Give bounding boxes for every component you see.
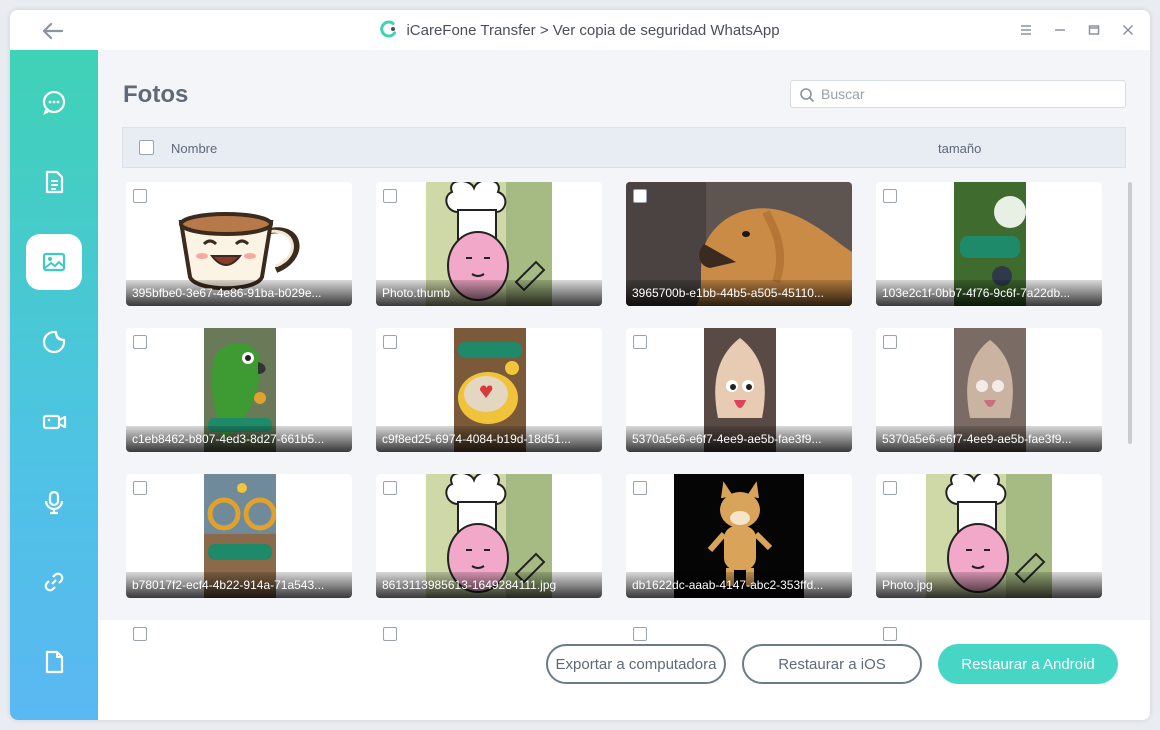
column-header-size[interactable]: tamaño: [938, 141, 981, 156]
title-bar: iCareFone Transfer > Ver copia de seguri…: [10, 10, 1150, 50]
photo-checkbox[interactable]: [633, 627, 647, 641]
photo-checkbox[interactable]: [883, 481, 897, 495]
photo-checkbox[interactable]: [633, 189, 647, 203]
photo-checkbox[interactable]: [883, 627, 897, 641]
minimize-icon[interactable]: [1052, 22, 1068, 38]
photo-checkbox[interactable]: [383, 189, 397, 203]
grid-scrollbar[interactable]: [1128, 182, 1132, 444]
photo-filename: 5370a5e6-e6f7-4ee9-ae5b-fae3f9...: [876, 426, 1102, 452]
photo-filename: c1eb8462-b807-4ed3-8d27-661b5...: [126, 426, 352, 452]
photo-tile[interactable]: 8613113985613-1649284111.jpg: [376, 474, 602, 598]
photo-grid: 395bfbe0-3e67-4e86-91ba-b029e... Photo.t…: [122, 178, 1126, 660]
photo-filename: Photo.jpg: [876, 572, 1102, 598]
maximize-icon[interactable]: [1086, 22, 1102, 38]
list-header: Nombre tamaño: [122, 127, 1126, 168]
link-icon: [44, 572, 64, 592]
photo-checkbox[interactable]: [133, 189, 147, 203]
sidebar-item-links[interactable]: [26, 554, 82, 610]
window-title: iCareFone Transfer > Ver copia de seguri…: [406, 22, 780, 39]
photo-checkbox[interactable]: [383, 335, 397, 349]
photo-checkbox[interactable]: [633, 481, 647, 495]
photo-filename: c9f8ed25-6974-4084-b19d-18d51...: [376, 426, 602, 452]
chat-bubble-icon: [42, 90, 66, 115]
column-header-name[interactable]: Nombre: [171, 141, 217, 156]
photo-tile[interactable]: db1622dc-aaab-4147-abc2-353ffd...: [626, 474, 852, 598]
sidebar-item-videos[interactable]: [26, 394, 82, 450]
menu-icon[interactable]: [1018, 22, 1034, 38]
photo-tile[interactable]: b78017f2-ecf4-4b22-914a-71a543...: [126, 474, 352, 598]
search-box[interactable]: [790, 80, 1126, 108]
photo-checkbox[interactable]: [383, 481, 397, 495]
app-window: iCareFone Transfer > Ver copia de seguri…: [10, 10, 1150, 720]
photo-filename: b78017f2-ecf4-4b22-914a-71a543...: [126, 572, 352, 598]
select-all-checkbox[interactable]: [139, 140, 154, 155]
sidebar-item-stickers[interactable]: [26, 314, 82, 370]
photo-filename: Photo.thumb: [376, 280, 602, 306]
sidebar-item-photos[interactable]: [26, 234, 82, 290]
sidebar-item-chat[interactable]: [26, 74, 82, 130]
photo-tile[interactable]: 5370a5e6-e6f7-4ee9-ae5b-fae3f9...: [626, 328, 852, 452]
restore-android-button[interactable]: Restaurar a Android: [938, 644, 1118, 684]
photo-filename: 8613113985613-1649284111.jpg: [376, 572, 602, 598]
photo-checkbox[interactable]: [133, 481, 147, 495]
photo-checkbox[interactable]: [133, 335, 147, 349]
sidebar-item-documents[interactable]: [26, 154, 82, 210]
search-icon: [800, 88, 815, 103]
microphone-icon: [44, 490, 64, 515]
photo-filename: 3965700b-e1bb-44b5-a505-45110...: [626, 280, 852, 306]
video-icon: [42, 414, 67, 430]
search-input[interactable]: [821, 81, 1121, 107]
image-icon: [42, 252, 66, 272]
sidebar-item-audio[interactable]: [26, 474, 82, 530]
photo-tile[interactable]: c9f8ed25-6974-4084-b19d-18d51...: [376, 328, 602, 452]
photo-tile[interactable]: Photo.jpg: [876, 474, 1102, 598]
photo-tile[interactable]: 395bfbe0-3e67-4e86-91ba-b029e...: [126, 182, 352, 306]
photo-tile[interactable]: 103e2c1f-0bb7-4f76-9c6f-7a22db...: [876, 182, 1102, 306]
app-logo-icon: [380, 20, 397, 38]
sidebar-item-files[interactable]: [26, 634, 82, 690]
photo-checkbox[interactable]: [383, 627, 397, 641]
photo-tile[interactable]: c1eb8462-b807-4ed3-8d27-661b5...: [126, 328, 352, 452]
photo-filename: 395bfbe0-3e67-4e86-91ba-b029e...: [126, 280, 352, 306]
photo-checkbox[interactable]: [633, 335, 647, 349]
photo-filename: db1622dc-aaab-4147-abc2-353ffd...: [626, 572, 852, 598]
document-icon: [45, 170, 64, 194]
photo-checkbox[interactable]: [883, 189, 897, 203]
photo-tile[interactable]: 5370a5e6-e6f7-4ee9-ae5b-fae3f9...: [876, 328, 1102, 452]
sticker-icon: [42, 330, 66, 354]
photo-filename: 103e2c1f-0bb7-4f76-9c6f-7a22db...: [876, 280, 1102, 306]
photo-filename: 5370a5e6-e6f7-4ee9-ae5b-fae3f9...: [626, 426, 852, 452]
action-bar: Exportar a computadora Restaurar a iOS R…: [98, 620, 1150, 720]
window-title-area: iCareFone Transfer > Ver copia de seguri…: [10, 20, 1150, 39]
photo-checkbox[interactable]: [133, 627, 147, 641]
photo-tile[interactable]: Photo.thumb: [376, 182, 602, 306]
window-controls: [1018, 22, 1136, 38]
sidebar: [10, 50, 98, 720]
close-icon[interactable]: [1120, 22, 1136, 38]
file-icon: [45, 650, 64, 674]
photo-tile[interactable]: 3965700b-e1bb-44b5-a505-45110...: [626, 182, 852, 306]
page-title: Fotos: [123, 81, 189, 108]
photo-checkbox[interactable]: [883, 335, 897, 349]
export-to-computer-button[interactable]: Exportar a computadora: [546, 644, 726, 684]
restore-ios-button[interactable]: Restaurar a iOS: [742, 644, 922, 684]
